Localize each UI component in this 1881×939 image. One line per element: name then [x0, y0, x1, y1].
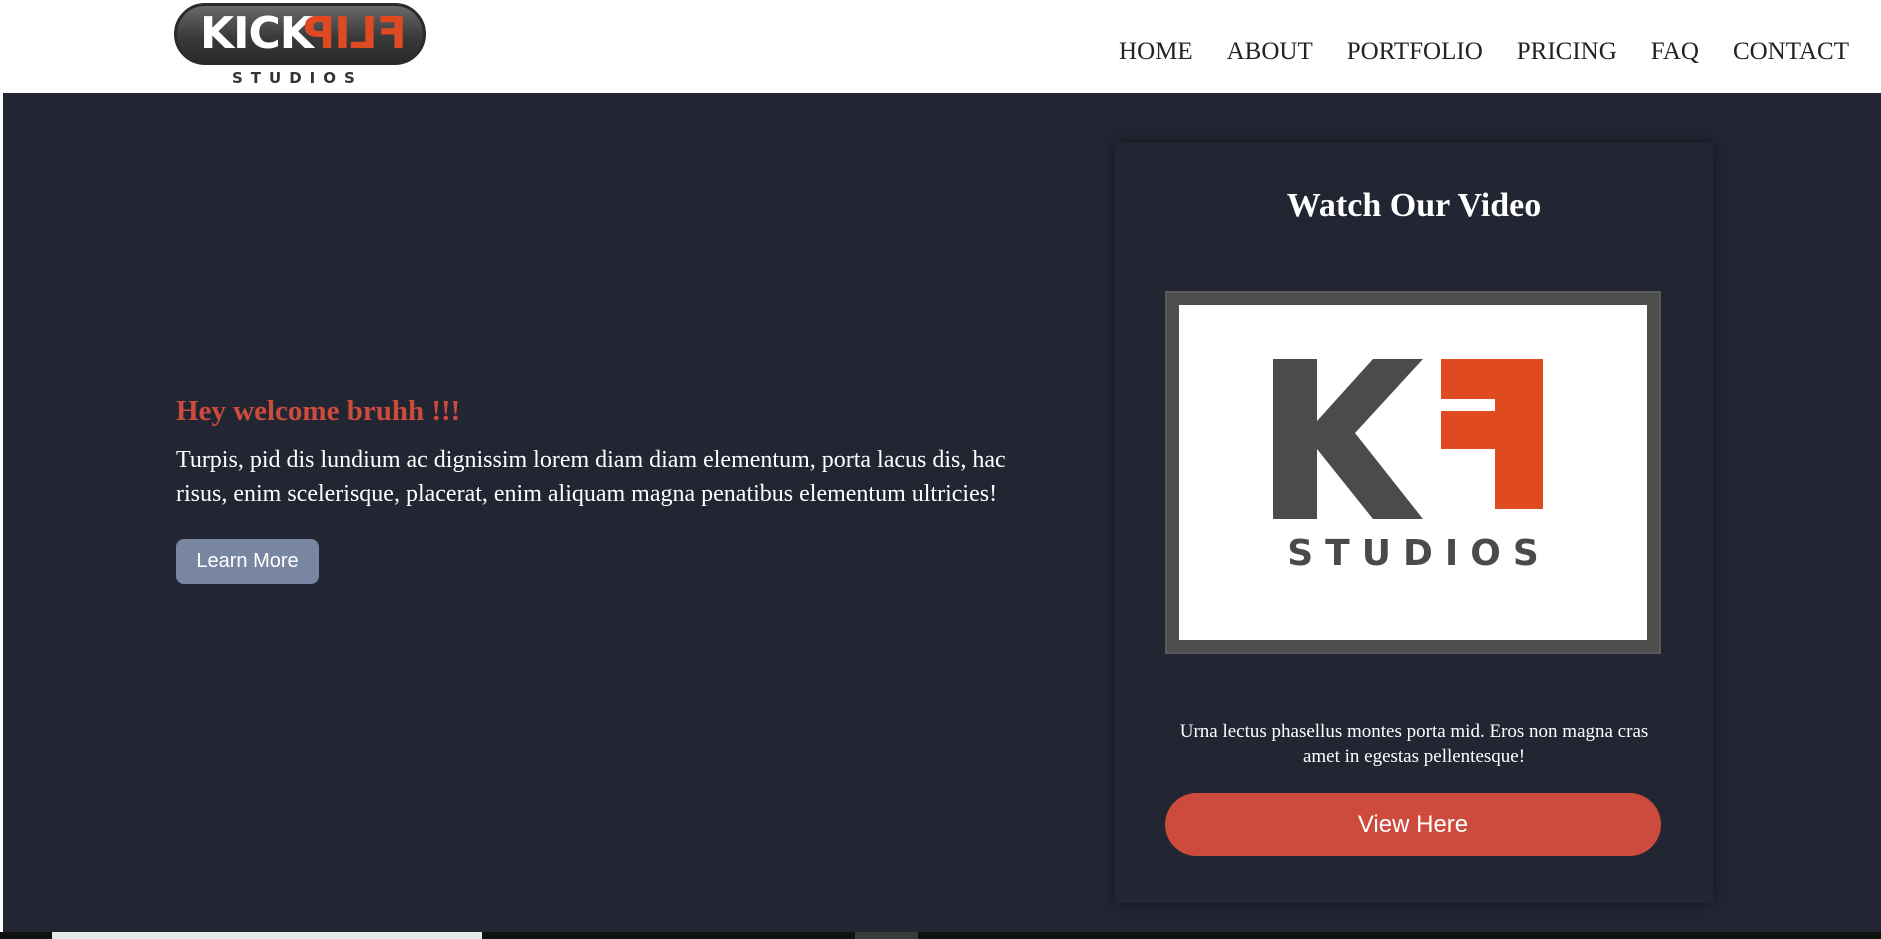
bottom-edge-strip — [0, 932, 1881, 939]
hero-heading: Hey welcome bruhh !!! — [176, 395, 461, 427]
nav-portfolio[interactable]: PORTFOLIO — [1347, 32, 1483, 72]
nav-faq[interactable]: FAQ — [1651, 32, 1699, 72]
hero-content: Hey welcome bruhh !!! Turpis, pid dis lu… — [176, 391, 1056, 584]
thumbnail-studios-text: STUDIOS — [1287, 533, 1551, 574]
bottom-strip-segment — [52, 932, 482, 939]
kf-logo-k-icon — [1273, 359, 1423, 519]
video-card: Watch Our Video STUDIOS Urna lectus phas… — [1115, 143, 1713, 903]
kf-logo-f-icon — [1441, 359, 1543, 509]
nav-pricing[interactable]: PRICING — [1517, 32, 1617, 72]
logo-text-kick: KICK — [200, 8, 314, 59]
view-here-button[interactable]: View Here — [1165, 793, 1661, 856]
hero-text: Turpis, pid dis lundium ac dignissim lor… — [176, 447, 1006, 507]
site-logo[interactable]: KICK FLIP STUDIOS — [174, 3, 426, 90]
hero-section: Hey welcome bruhh !!! Turpis, pid dis lu… — [3, 93, 1881, 939]
video-thumbnail[interactable]: STUDIOS — [1165, 291, 1661, 654]
nav-contact[interactable]: CONTACT — [1733, 32, 1849, 72]
bottom-strip-segment — [855, 932, 918, 939]
logo-subtitle: STUDIOS — [232, 69, 363, 87]
video-thumbnail-frame: STUDIOS — [1179, 305, 1647, 640]
main-nav: HOME ABOUT PORTFOLIO PRICING FAQ CONTACT — [1085, 32, 1849, 72]
nav-home[interactable]: HOME — [1119, 32, 1193, 72]
video-card-caption: Urna lectus phasellus montes porta mid. … — [1179, 721, 1649, 767]
logo-text-flip: FLIP — [304, 8, 407, 59]
site-header: KICK FLIP STUDIOS HOME ABOUT PORTFOLIO P… — [0, 0, 1881, 93]
learn-more-button[interactable]: Learn More — [176, 539, 319, 584]
nav-about[interactable]: ABOUT — [1227, 32, 1313, 72]
video-card-title: Watch Our Video — [1286, 187, 1542, 224]
